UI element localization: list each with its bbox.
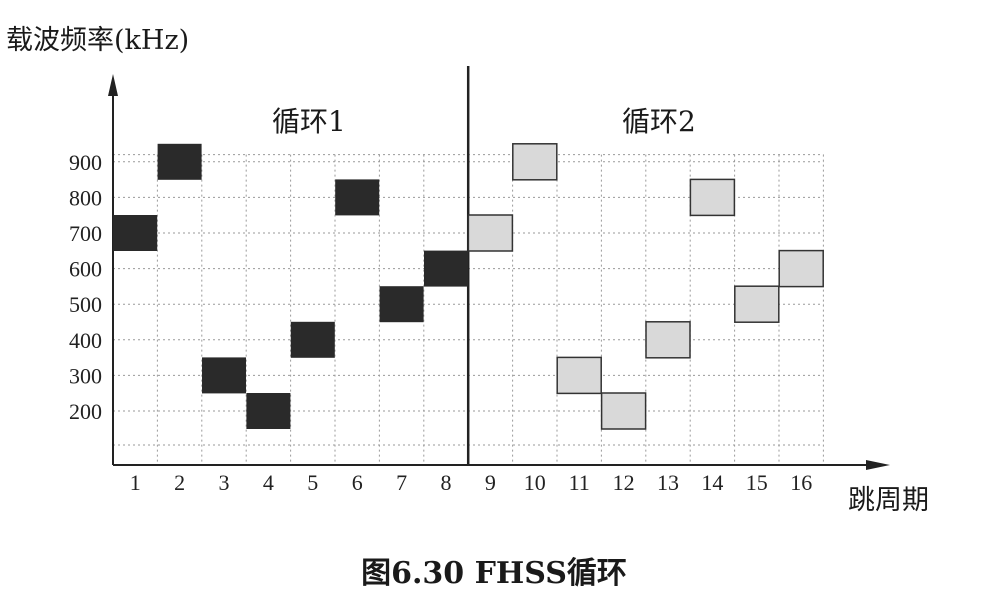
y-axis-arrow bbox=[108, 74, 118, 96]
hop-block-cycle2 bbox=[645, 321, 691, 359]
hop-block-cycle2 bbox=[689, 178, 736, 217]
figure-caption: 图6.30 FHSS循环 bbox=[361, 556, 627, 591]
hop-block-cycle1 bbox=[424, 250, 468, 287]
y-tick-label: 300 bbox=[69, 363, 102, 388]
hop-block-cycle1 bbox=[290, 321, 335, 358]
cycle-2-label: 循环2 bbox=[622, 105, 696, 138]
x-tick-label: 8 bbox=[441, 470, 452, 495]
y-tick-label: 800 bbox=[69, 185, 102, 210]
x-tick-label: 2 bbox=[174, 470, 185, 495]
hop-block-cycle2 bbox=[556, 356, 602, 395]
x-tick-label: 5 bbox=[307, 470, 318, 495]
hop-block-cycle1 bbox=[246, 393, 291, 429]
y-tick-label: 400 bbox=[69, 328, 102, 353]
hop-block-cycle1 bbox=[202, 357, 246, 394]
hop-block-cycle2 bbox=[467, 214, 514, 252]
hop-block-cycle2 bbox=[600, 392, 647, 430]
x-tick-label: 4 bbox=[263, 470, 274, 495]
y-tick-label: 600 bbox=[69, 257, 102, 282]
x-tick-label: 16 bbox=[790, 470, 812, 495]
y-axis-label: 载波频率(kHz) bbox=[6, 25, 190, 56]
x-tick-label: 1 bbox=[130, 470, 141, 495]
x-tick-label: 7 bbox=[396, 470, 407, 495]
hop-block-cycle2 bbox=[734, 285, 780, 323]
hop-block-cycle1 bbox=[379, 286, 424, 323]
x-tick-label: 15 bbox=[746, 470, 768, 495]
cycle-1-label: 循环1 bbox=[272, 105, 346, 138]
y-tick-label: 700 bbox=[69, 221, 102, 246]
y-tick-label: 200 bbox=[69, 399, 102, 424]
x-axis-label: 跳周期 bbox=[848, 485, 929, 516]
hop-block-cycle1 bbox=[113, 215, 158, 251]
x-tick-label: 3 bbox=[219, 470, 230, 495]
x-tick-label: 9 bbox=[485, 470, 496, 495]
x-tick-label: 11 bbox=[569, 470, 590, 495]
x-tick-label: 13 bbox=[657, 470, 679, 495]
x-axis-arrow bbox=[866, 460, 890, 470]
hop-block-cycle2 bbox=[778, 249, 824, 288]
hop-block-cycle1 bbox=[157, 143, 202, 180]
y-tick-label: 500 bbox=[69, 292, 102, 317]
x-tick-label: 10 bbox=[524, 470, 546, 495]
hop-block-cycle2 bbox=[512, 143, 558, 181]
x-tick-label: 14 bbox=[701, 470, 723, 495]
x-tick-label: 12 bbox=[613, 470, 635, 495]
fhss-chart: 2003004005006007008009001 2 3 4 5 6 7 8 9 10 11 12 1… bbox=[69, 66, 890, 495]
y-tick-label: 900 bbox=[69, 150, 102, 175]
x-tick-label: 6 bbox=[352, 470, 363, 495]
hop-block-cycle1 bbox=[335, 179, 380, 216]
